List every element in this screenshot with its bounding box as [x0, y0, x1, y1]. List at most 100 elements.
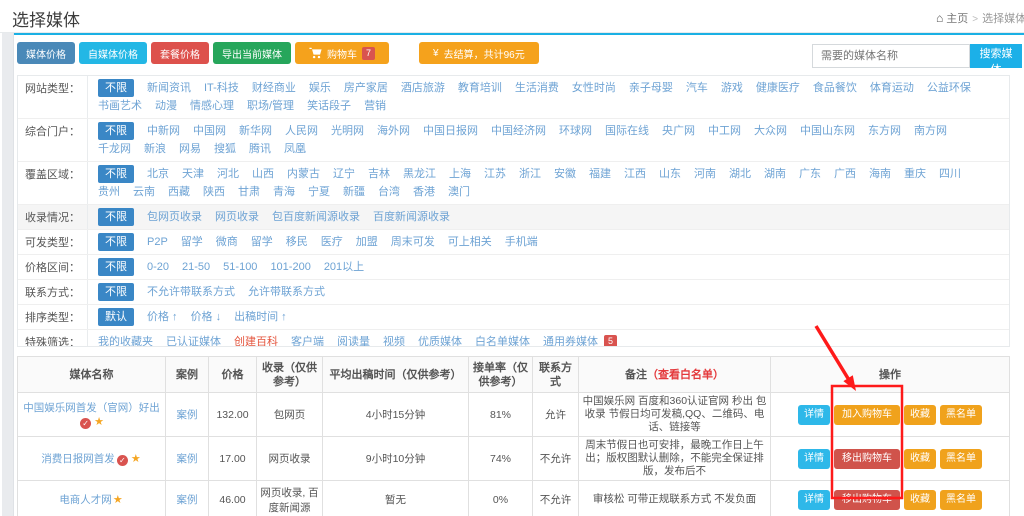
filter-option[interactable]: 阅读量	[337, 333, 370, 347]
detail-button[interactable]: 详情	[798, 449, 830, 469]
star-icon[interactable]: ★	[113, 494, 123, 506]
filter-option[interactable]: 体育运动	[870, 79, 914, 97]
filter-option[interactable]: 留学	[251, 233, 273, 251]
filter-option[interactable]: 营销	[364, 97, 386, 115]
filter-option[interactable]: 包网页收录	[147, 208, 202, 226]
filter-option[interactable]: 房产家居	[344, 79, 388, 97]
filter-option[interactable]: 我的收藏夹	[98, 333, 153, 347]
filter-option[interactable]: 海外网	[377, 122, 410, 140]
filter-option[interactable]: 优质媒体	[418, 333, 462, 347]
filter-option[interactable]: 大众网	[754, 122, 787, 140]
filter-option[interactable]: 广西	[834, 165, 856, 183]
search-button[interactable]: 搜索媒体	[970, 44, 1022, 68]
search-input[interactable]	[812, 44, 970, 68]
filter-option[interactable]: 河南	[694, 165, 716, 183]
filter-option[interactable]: 福建	[589, 165, 611, 183]
favorite-button[interactable]: 收藏	[904, 490, 936, 510]
self-media-price-button[interactable]: 自媒体价格	[79, 42, 147, 64]
cart-toggle-button[interactable]: 移出购物车	[834, 449, 900, 469]
filter-option[interactable]: 生活消费	[515, 79, 559, 97]
breadcrumb-home-link[interactable]: 主页	[946, 13, 968, 25]
favorite-button[interactable]: 收藏	[904, 405, 936, 425]
cart-toggle-button[interactable]: 移出购物车	[834, 490, 900, 510]
case-link[interactable]: 案例	[177, 453, 198, 465]
filter-option[interactable]: 微商	[216, 233, 238, 251]
filter-option[interactable]: 公益环保	[927, 79, 971, 97]
filter-option[interactable]: 腾讯	[249, 140, 271, 158]
filter-option-selected[interactable]: 不限	[98, 258, 134, 276]
filter-option[interactable]: 网易	[179, 140, 201, 158]
filter-option-selected[interactable]: 不限	[98, 122, 134, 140]
filter-option[interactable]: 价格 ↑	[147, 308, 178, 326]
filter-option[interactable]: 职场/管理	[247, 97, 294, 115]
filter-option[interactable]: 酒店旅游	[401, 79, 445, 97]
package-price-button[interactable]: 套餐价格	[151, 42, 209, 64]
filter-option[interactable]: 山西	[252, 165, 274, 183]
filter-option[interactable]: 周末可发	[391, 233, 435, 251]
filter-option[interactable]: 海南	[869, 165, 891, 183]
filter-option[interactable]: 青海	[273, 183, 295, 201]
filter-option[interactable]: 搜狐	[214, 140, 236, 158]
filter-option[interactable]: 白名单媒体	[475, 333, 530, 347]
blacklist-button[interactable]: 黑名单	[940, 490, 982, 510]
filter-option[interactable]: 财经商业	[252, 79, 296, 97]
filter-option[interactable]: 允许带联系方式	[248, 283, 325, 301]
filter-option[interactable]: 凤凰	[284, 140, 306, 158]
filter-option[interactable]: 情感心理	[190, 97, 234, 115]
filter-option[interactable]: 51-100	[223, 258, 257, 276]
filter-option[interactable]: 湖北	[729, 165, 751, 183]
filter-option[interactable]: 甘肃	[238, 183, 260, 201]
filter-option[interactable]: 河北	[217, 165, 239, 183]
case-link[interactable]: 案例	[177, 409, 198, 421]
filter-option[interactable]: 食品餐饮	[813, 79, 857, 97]
filter-option[interactable]: 辽宁	[333, 165, 355, 183]
whitelist-link[interactable]: （查看白名单）	[647, 369, 724, 381]
filter-option[interactable]: 香港	[413, 183, 435, 201]
filter-option[interactable]: 环球网	[559, 122, 592, 140]
filter-option[interactable]: 新浪	[144, 140, 166, 158]
filter-option-selected[interactable]: 不限	[98, 79, 134, 97]
filter-option[interactable]: 央广网	[662, 122, 695, 140]
filter-option[interactable]: 视频	[383, 333, 405, 347]
filter-option[interactable]: 百度新闻源收录	[373, 208, 450, 226]
filter-option[interactable]: 留学	[181, 233, 203, 251]
filter-option[interactable]: 安徽	[554, 165, 576, 183]
filter-option[interactable]: 网页收录	[215, 208, 259, 226]
filter-option[interactable]: 娱乐	[309, 79, 331, 97]
filter-option[interactable]: 出稿时间 ↑	[234, 308, 287, 326]
filter-option[interactable]: 笑话段子	[307, 97, 351, 115]
filter-option[interactable]: 浙江	[519, 165, 541, 183]
filter-option[interactable]: 不允许带联系方式	[147, 283, 235, 301]
filter-option[interactable]: 澳门	[448, 183, 470, 201]
filter-option[interactable]: 新华网	[239, 122, 272, 140]
filter-option[interactable]: 台湾	[378, 183, 400, 201]
filter-option[interactable]: 中工网	[708, 122, 741, 140]
filter-option[interactable]: 广东	[799, 165, 821, 183]
cart-button[interactable]: 购物车7	[295, 42, 389, 64]
star-icon[interactable]: ★	[94, 416, 104, 428]
cart-toggle-button[interactable]: 加入购物车	[834, 405, 900, 425]
blacklist-button[interactable]: 黑名单	[940, 449, 982, 469]
filter-option[interactable]: 101-200	[270, 258, 310, 276]
filter-option[interactable]: 南方网	[914, 122, 947, 140]
filter-option[interactable]: 可上相关	[448, 233, 492, 251]
filter-option[interactable]: 健康医疗	[756, 79, 800, 97]
filter-option[interactable]: 0-20	[147, 258, 169, 276]
filter-option[interactable]: 北京	[147, 165, 169, 183]
filter-option[interactable]: IT-科技	[204, 79, 239, 97]
filter-option[interactable]: 201以上	[324, 258, 364, 276]
blacklist-button[interactable]: 黑名单	[940, 405, 982, 425]
checkout-button[interactable]: ¥去结算，共计96元	[419, 42, 539, 64]
filter-option[interactable]: 包百度新闻源收录	[272, 208, 360, 226]
case-link[interactable]: 案例	[177, 494, 198, 506]
filter-option[interactable]: 价格 ↓	[191, 308, 222, 326]
media-name-link[interactable]: 电商人才网	[59, 494, 112, 506]
filter-option[interactable]: 亲子母婴	[629, 79, 673, 97]
filter-option[interactable]: 通用券媒体	[543, 333, 598, 347]
filter-option[interactable]: 东方网	[868, 122, 901, 140]
filter-option[interactable]: 云南	[133, 183, 155, 201]
media-price-button[interactable]: 媒体价格	[17, 42, 75, 64]
filter-option[interactable]: 人民网	[285, 122, 318, 140]
filter-option[interactable]: 中国日报网	[423, 122, 478, 140]
filter-option-selected[interactable]: 不限	[98, 233, 134, 251]
